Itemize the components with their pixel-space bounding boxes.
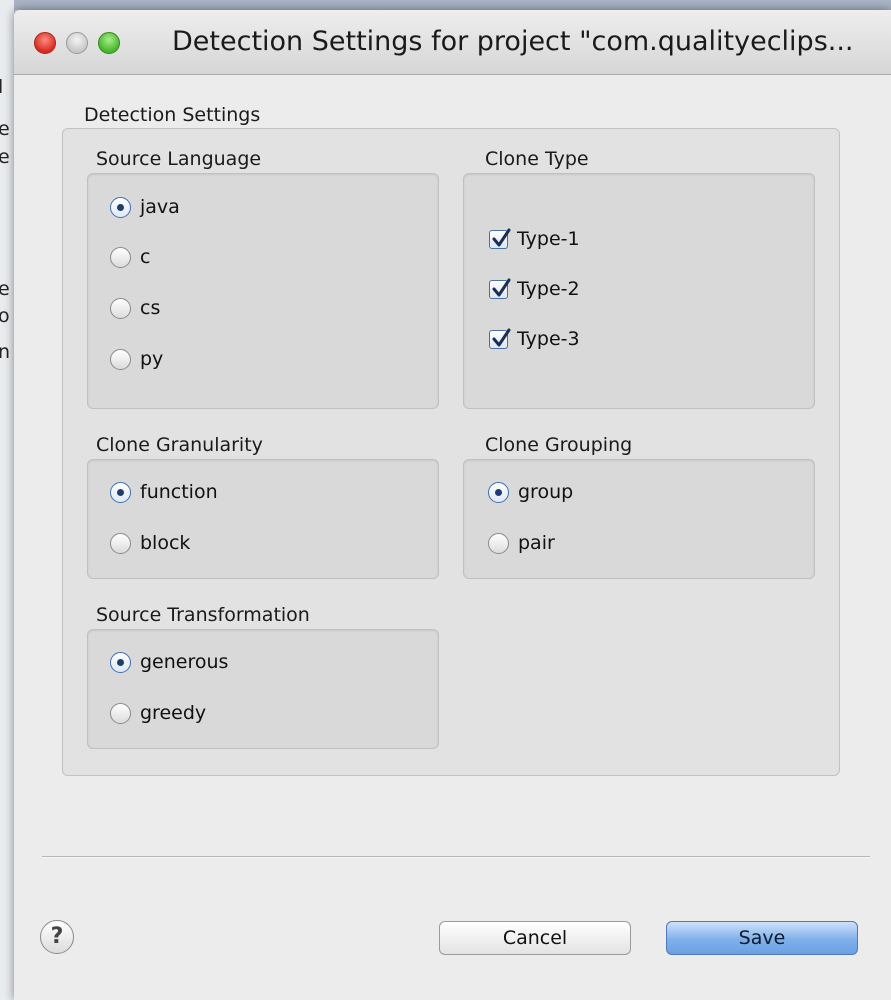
question-mark-icon: ? [50, 924, 64, 949]
radio-button-selected[interactable] [110, 651, 131, 673]
radio-label: function [140, 481, 218, 503]
radio-label: py [140, 348, 164, 370]
separator [42, 856, 870, 858]
radio-label: generous [140, 651, 229, 673]
clone-granularity-title: Clone Granularity [96, 434, 263, 456]
radio-group[interactable]: group [488, 477, 573, 507]
maximize-window-button[interactable] [98, 32, 120, 54]
window-title: Detection Settings for project "com.qual… [172, 26, 854, 57]
radio-button-selected[interactable] [488, 481, 509, 503]
radio-button[interactable] [488, 532, 509, 554]
radio-label: cs [140, 297, 161, 319]
radio-button[interactable] [110, 702, 131, 724]
title-bar: Detection Settings for project "com.qual… [14, 10, 891, 75]
radio-label: java [140, 196, 180, 218]
radio-py[interactable]: py [110, 344, 163, 374]
checkbox-checked[interactable] [489, 228, 511, 249]
save-button[interactable]: Save [666, 921, 858, 955]
radio-button-selected[interactable] [110, 481, 131, 503]
checkbox-label: Type-2 [517, 278, 580, 300]
radio-button[interactable] [110, 246, 131, 268]
radio-button[interactable] [110, 348, 131, 370]
radio-button[interactable] [110, 532, 131, 554]
radio-button-selected[interactable] [110, 196, 131, 218]
radio-pair[interactable]: pair [488, 528, 555, 558]
checkbox-type-3[interactable]: Type-3 [489, 324, 580, 354]
radio-label: greedy [140, 702, 207, 724]
radio-block[interactable]: block [110, 528, 190, 558]
source-transformation-title: Source Transformation [96, 604, 310, 626]
background-app-top [14, 0, 891, 10]
minimize-window-button[interactable] [66, 32, 88, 54]
radio-function[interactable]: function [110, 477, 218, 507]
radio-c[interactable]: c [110, 242, 150, 272]
checkbox-label: Type-3 [517, 328, 580, 350]
radio-label: pair [518, 532, 555, 554]
checkbox-label: Type-1 [517, 228, 580, 250]
background-app-edge: l e e e o n [0, 0, 15, 1000]
close-window-button[interactable] [34, 32, 56, 54]
radio-label: c [140, 246, 151, 268]
radio-button[interactable] [110, 297, 131, 319]
clone-grouping-title: Clone Grouping [485, 434, 633, 456]
checkmark-icon [492, 278, 511, 296]
detection-settings-dialog: Detection Settings for project "com.qual… [14, 10, 891, 1000]
radio-generous[interactable]: generous [110, 647, 228, 677]
checkmark-icon [492, 228, 511, 246]
radio-cs[interactable]: cs [110, 293, 160, 323]
source-language-title: Source Language [96, 148, 262, 170]
clone-type-title: Clone Type [485, 148, 589, 170]
help-button[interactable]: ? [40, 920, 74, 954]
checkmark-icon [492, 328, 511, 346]
checkbox-checked[interactable] [489, 328, 511, 349]
radio-label: block [140, 532, 191, 554]
radio-label: group [518, 481, 574, 503]
radio-greedy[interactable]: greedy [110, 698, 206, 728]
detection-settings-label: Detection Settings [84, 104, 261, 126]
radio-java[interactable]: java [110, 192, 180, 222]
checkbox-type-2[interactable]: Type-2 [489, 274, 580, 304]
checkbox-type-1[interactable]: Type-1 [489, 224, 580, 254]
cancel-button[interactable]: Cancel [439, 921, 631, 955]
checkbox-checked[interactable] [489, 278, 511, 299]
